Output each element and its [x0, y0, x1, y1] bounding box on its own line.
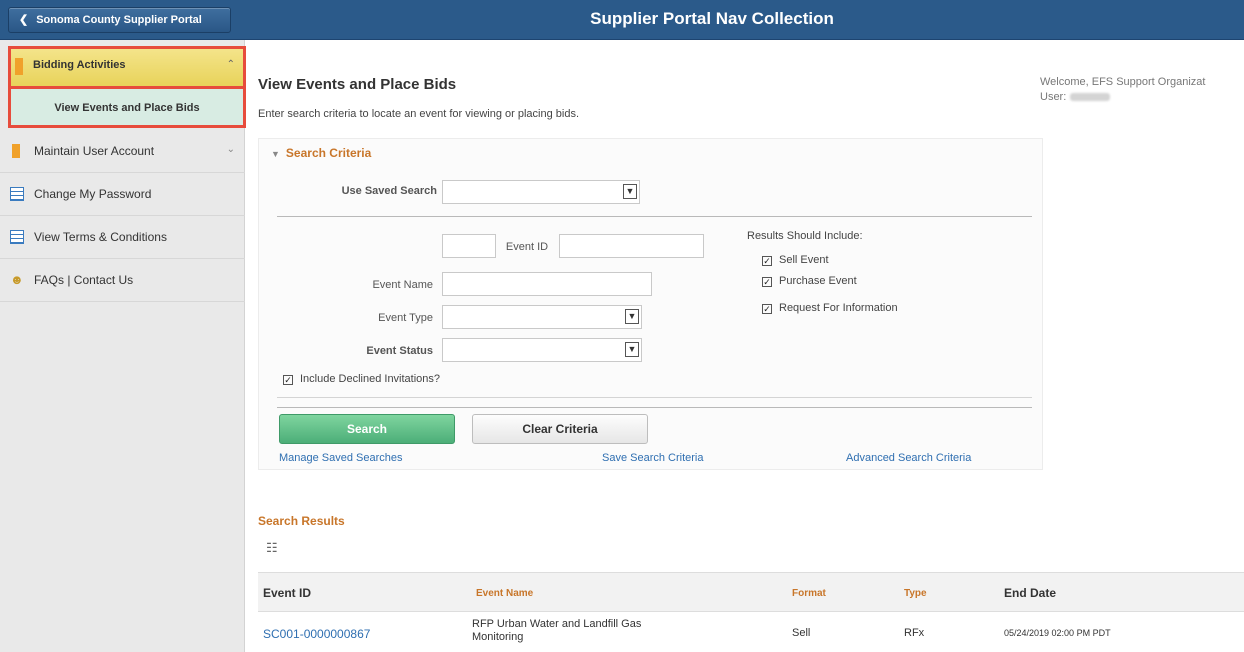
chevron-down-icon: ⌄ [226, 144, 235, 155]
option-label: Purchase Event [779, 275, 857, 287]
sidebar-group-bidding-activities[interactable]: Bidding Activities ⌃ [8, 46, 246, 86]
sidebar-item-label: FAQs | Contact Us [34, 273, 134, 287]
sidebar-item-label: Change My Password [34, 187, 152, 201]
advanced-search-criteria-link[interactable]: Advanced Search Criteria [846, 452, 971, 464]
chevron-down-icon: ▼ [625, 342, 639, 357]
include-declined-checkbox[interactable]: ✓ Include Declined Invitations? [283, 373, 440, 385]
chevron-left-icon: ❮ [19, 14, 29, 26]
sidebar-item-label: Maintain User Account [34, 144, 155, 158]
sidebar-group-label: Bidding Activities [33, 59, 126, 71]
end-date-cell: 05/24/2019 02:00 PM PDT [1004, 628, 1111, 638]
divider [277, 216, 1032, 217]
sidebar-item-change-password[interactable]: Change My Password [0, 173, 245, 216]
user-name-redacted [1070, 93, 1111, 102]
sidebar-item-maintain-user-account[interactable]: Maintain User Account ⌄ [0, 130, 245, 173]
saved-search-label: Use Saved Search [341, 185, 437, 197]
save-search-criteria-link[interactable]: Save Search Criteria [602, 452, 704, 464]
event-status-label: Event Status [366, 345, 433, 357]
format-cell: Sell [792, 627, 811, 639]
event-id-label: Event ID [505, 241, 549, 253]
event-name-cell: RFP Urban Water and Landfill Gas Monitor… [472, 618, 642, 643]
event-id-input[interactable] [559, 234, 704, 258]
welcome-text: Welcome, EFS Support Organizat [1040, 76, 1206, 88]
search-criteria-title: Search Criteria [285, 146, 372, 160]
event-status-select[interactable]: ▼ [442, 338, 642, 362]
chevron-up-icon: ⌃ [226, 59, 235, 70]
saved-search-select[interactable]: ▼ [442, 180, 640, 204]
option-label: Request For Information [779, 302, 898, 314]
search-criteria-toggle[interactable]: ▼ Search Criteria [271, 146, 371, 160]
option-label: Sell Event [779, 254, 829, 266]
table-header-row: Event ID Event Name Format Type End Date [258, 572, 1244, 612]
user-label: User: [1040, 91, 1067, 103]
results-table: Event ID Event Name Format Type End Date… [258, 572, 1244, 652]
search-criteria-panel: ▼ Search Criteria Use Saved Search ▼ Even… [258, 138, 1043, 470]
results-include-label: Results Should Include: [747, 230, 863, 242]
column-header-event-id[interactable]: Event ID [263, 586, 311, 600]
divider [277, 397, 1032, 398]
clear-criteria-button[interactable]: Clear Criteria [472, 414, 648, 444]
sidebar-item-label: View Terms & Conditions [34, 230, 167, 244]
folder-icon [12, 144, 20, 158]
back-to-portal-button[interactable]: ❮ Sonoma County Supplier Portal [8, 7, 231, 33]
grid-personalize-icon[interactable]: ☷ [266, 540, 278, 556]
event-name-input[interactable] [442, 272, 652, 296]
top-header: Supplier Portal Nav Collection ❮ Sonoma C… [0, 0, 1244, 40]
search-results-title: Search Results [258, 514, 345, 528]
chevron-down-icon: ▼ [623, 184, 637, 199]
purchase-event-checkbox[interactable]: ✓ Purchase Event [762, 275, 857, 287]
column-header-format[interactable]: Format [792, 588, 826, 599]
checkbox-checked-icon: ✓ [762, 304, 772, 314]
event-name-label: Event Name [372, 279, 433, 291]
event-type-label: Event Type [378, 312, 433, 324]
search-button[interactable]: Search [279, 414, 455, 444]
user-info: User: [1040, 91, 1111, 103]
main-content: View Events and Place Bids Enter search … [246, 40, 1244, 652]
folder-icon [15, 58, 23, 75]
page-description: Enter search criteria to locate an event… [258, 108, 579, 120]
sidebar: Bidding Activities ⌃ View Events and Pla… [0, 40, 246, 652]
table-row: SC001-0000000867 RFP Urban Water and Lan… [258, 612, 1244, 652]
chevron-down-icon: ▼ [625, 309, 639, 324]
sidebar-item-label: View Events and Place Bids [54, 102, 200, 114]
table-icon [10, 230, 24, 244]
sidebar-item-view-events[interactable]: View Events and Place Bids [8, 86, 246, 128]
checkbox-checked-icon: ✓ [283, 375, 293, 385]
include-declined-label: Include Declined Invitations? [300, 373, 441, 385]
sell-event-checkbox[interactable]: ✓ Sell Event [762, 254, 829, 266]
column-header-type[interactable]: Type [904, 588, 927, 599]
page-title: View Events and Place Bids [258, 76, 457, 93]
request-for-information-checkbox[interactable]: ✓ Request For Information [762, 302, 898, 314]
people-icon: ☻ [10, 272, 24, 287]
type-cell: RFx [904, 627, 925, 639]
column-header-end-date[interactable]: End Date [1004, 586, 1056, 600]
sidebar-item-faqs-contact[interactable]: ☻ FAQs | Contact Us [0, 259, 245, 302]
checkbox-checked-icon: ✓ [762, 256, 772, 266]
event-id-prefix-input[interactable] [442, 234, 496, 258]
collapse-triangle-icon: ▼ [271, 149, 280, 159]
manage-saved-searches-link[interactable]: Manage Saved Searches [279, 452, 403, 464]
back-button-label: Sonoma County Supplier Portal [36, 14, 202, 26]
column-header-event-name[interactable]: Event Name [476, 588, 533, 599]
divider [277, 407, 1032, 408]
event-type-select[interactable]: ▼ [442, 305, 642, 329]
sidebar-item-terms-conditions[interactable]: View Terms & Conditions [0, 216, 245, 259]
table-icon [10, 187, 24, 201]
event-id-link[interactable]: SC001-0000000867 [263, 627, 370, 641]
checkbox-checked-icon: ✓ [762, 277, 772, 287]
